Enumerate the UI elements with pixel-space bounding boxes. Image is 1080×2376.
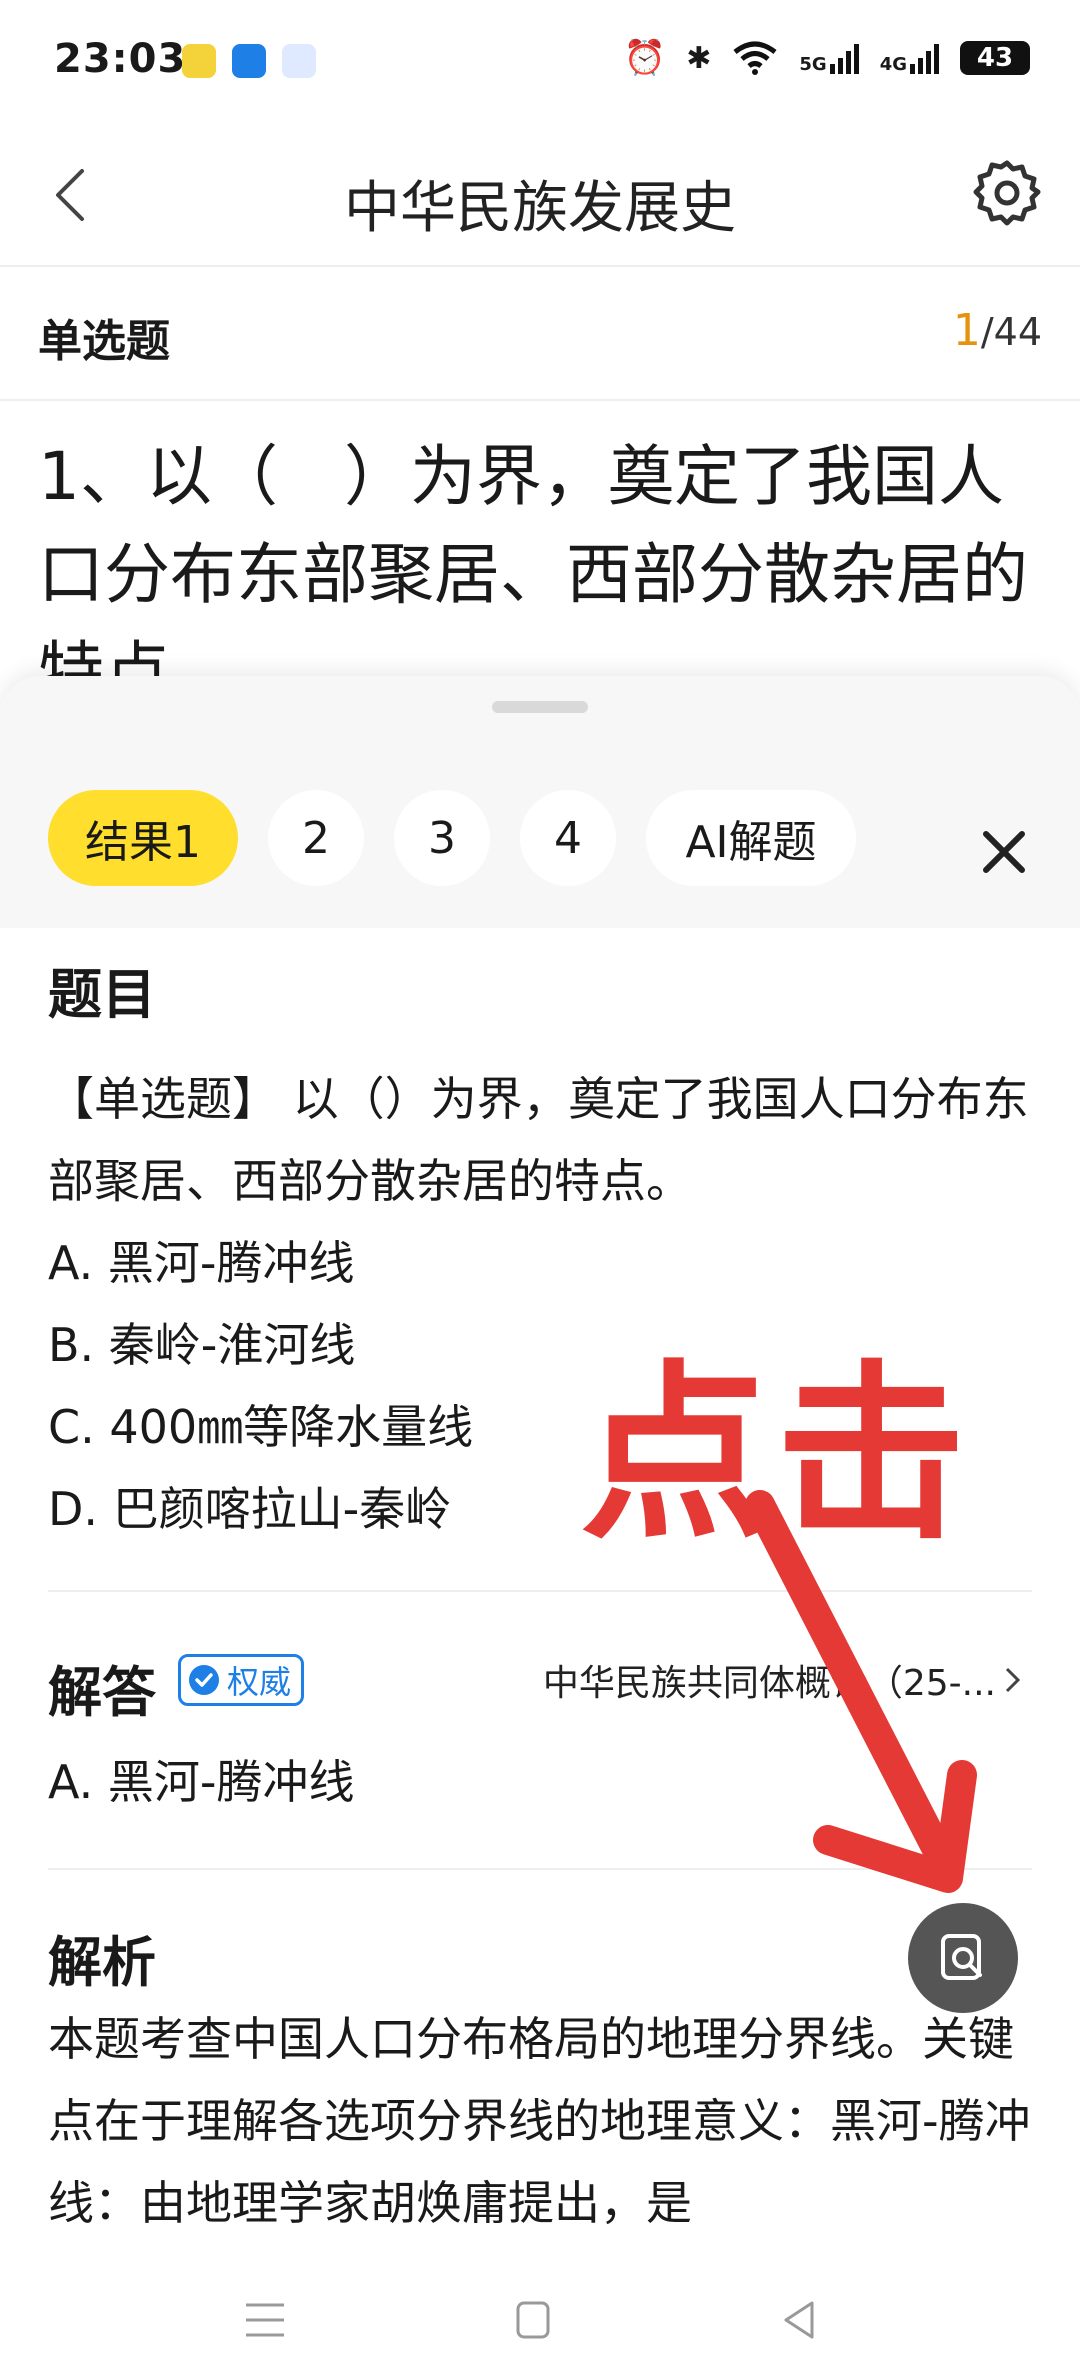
app-header: 中华民族发展史 [0, 125, 1080, 267]
authority-badge: 权威 [178, 1654, 305, 1706]
analysis-text: 本题考查中国人口分布格局的地理分界线。关键点在于理解各选项分界线的地理意义：黑河… [48, 2012, 1031, 2230]
tab-result-3[interactable]: 3 [394, 790, 490, 886]
status-time: 23:03 [54, 36, 187, 82]
answer-source-link[interactable]: 中华民族共同体概论（25-... [543, 1654, 1024, 1706]
close-icon[interactable] [976, 824, 1032, 880]
topic-title: 题目 [48, 963, 156, 1026]
tab-result-2[interactable]: 2 [268, 790, 364, 886]
verified-check-icon [189, 1665, 219, 1695]
app-badge-icon [182, 44, 216, 78]
gear-icon[interactable] [972, 157, 1042, 227]
question-text: 1、以（ ）为界，奠定了我国人口分布东部聚居、西部分散杂居的特点 [38, 438, 1028, 678]
back-triangle-icon[interactable] [772, 2293, 826, 2347]
wifi-icon [733, 41, 777, 75]
answer-value: A. 黑河-腾冲线 [48, 1755, 355, 1809]
system-nav-bar [0, 2263, 1080, 2376]
shield-app-icon [232, 44, 266, 78]
option-a: A. 黑河-腾冲线 [48, 1236, 355, 1290]
signal-icon [910, 44, 939, 74]
question-type-label: 单选题 [38, 316, 170, 367]
progress-total: /44 [980, 310, 1042, 354]
result-content: 题目 【单选题】 以（）为界，奠定了我国人口分布东部聚居、西部分散杂居的特点。 … [0, 928, 1080, 2263]
result-tabs: 结果1 2 3 4 AI解题 [48, 790, 856, 886]
bluetooth-icon: ✱ [686, 40, 712, 76]
badge-label: 权威 [227, 1663, 292, 1701]
menu-icon[interactable] [238, 2293, 292, 2347]
divider [48, 1590, 1032, 1592]
divider [48, 1868, 1032, 1870]
progress-current: 1 [952, 305, 981, 356]
home-square-icon[interactable] [506, 2293, 560, 2347]
battery-indicator: 43 [960, 41, 1030, 75]
search-app-icon [282, 44, 316, 78]
network-4g: 4G [880, 42, 940, 74]
sheet-drag-handle[interactable] [492, 701, 588, 713]
status-bar: 23:03 ⏰ ✱ 5G 4G 43 [0, 0, 1080, 125]
search-document-button[interactable] [908, 1903, 1018, 2013]
question-progress: 1/44 [953, 305, 1042, 356]
tab-result-4[interactable]: 4 [520, 790, 616, 886]
question-stem: 【单选题】 以（）为界，奠定了我国人口分布东部聚居、西部分散杂居的特点。 [48, 1072, 1029, 1208]
chevron-right-icon [1005, 1667, 1021, 1693]
tab-ai-solve[interactable]: AI解题 [646, 790, 856, 886]
analysis-title: 解析 [48, 1931, 156, 1994]
alarm-icon: ⏰ [623, 38, 667, 78]
search-document-icon [941, 1934, 982, 1980]
tab-result-1[interactable]: 结果1 [48, 790, 238, 886]
network-5g: 5G [799, 42, 859, 74]
answer-title: 解答 [48, 1661, 156, 1724]
signal-icon [829, 44, 859, 74]
question-type-row: 单选题 1/44 [0, 265, 1080, 401]
overlay-click-hint: 点击 [580, 1344, 973, 1565]
source-label: 中华民族共同体概论（25-... [542, 1663, 996, 1704]
page-title: 中华民族发展史 [344, 176, 736, 241]
